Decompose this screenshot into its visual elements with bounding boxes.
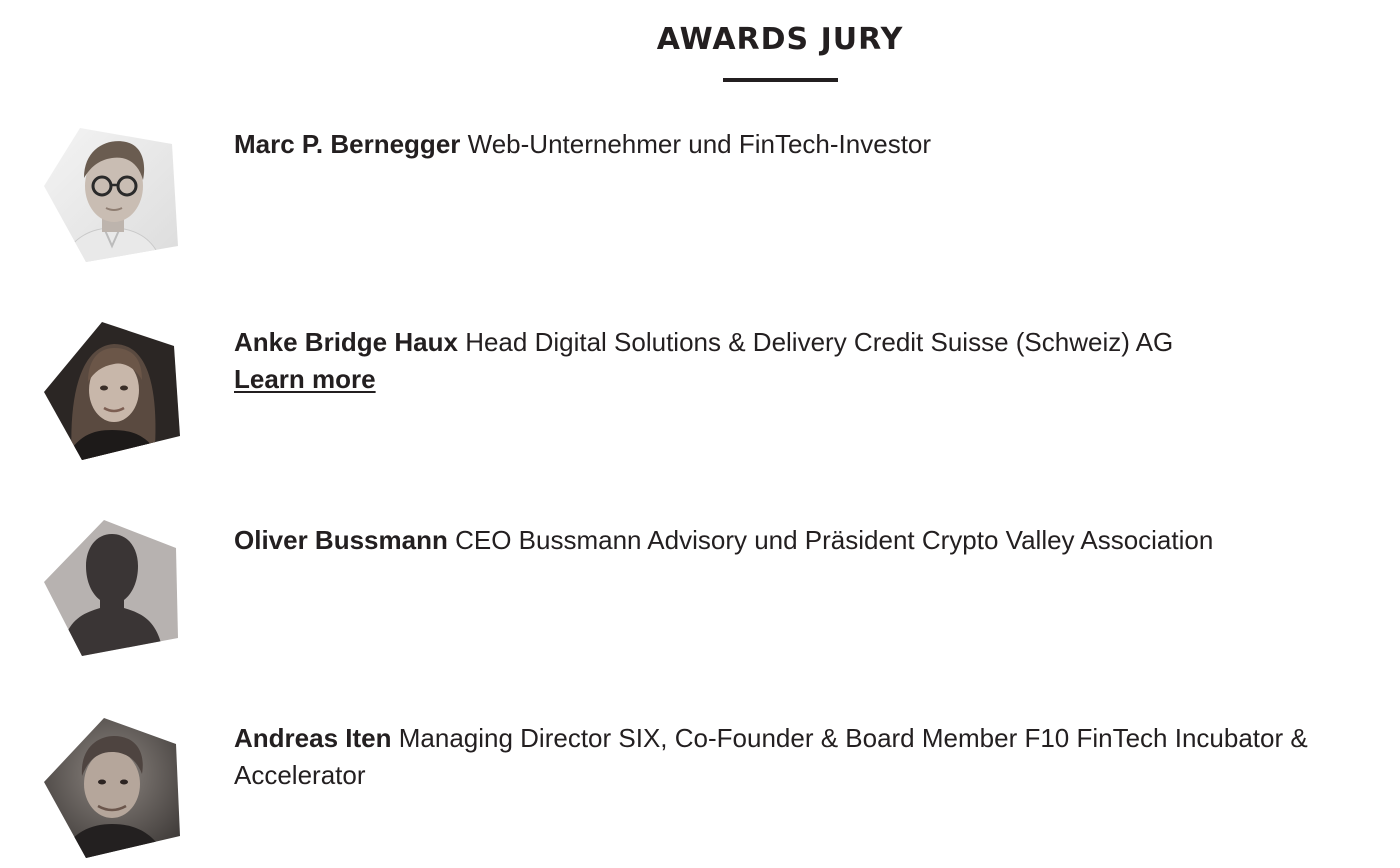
portrait-photo-icon bbox=[42, 124, 182, 264]
jury-member-bernegger: Marc P. Bernegger Web-Unternehmer und Fi… bbox=[0, 124, 1400, 274]
jury-name: Anke Bridge Haux bbox=[234, 327, 458, 357]
portrait-photo-icon bbox=[42, 322, 182, 462]
title-divider bbox=[723, 78, 838, 82]
jury-member-iten: Andreas Iten Managing Director SIX, Co-F… bbox=[0, 718, 1400, 868]
jury-role: Managing Director SIX, Co-Founder & Boar… bbox=[234, 723, 1308, 790]
jury-member-bussmann: Oliver Bussmann CEO Bussmann Advisory un… bbox=[0, 520, 1400, 670]
jury-role: Web-Unternehmer und FinTech-Investor bbox=[467, 129, 932, 159]
portrait-photo-icon bbox=[42, 718, 182, 858]
jury-name: Oliver Bussmann bbox=[234, 525, 448, 555]
jury-bio: Oliver Bussmann CEO Bussmann Advisory un… bbox=[234, 522, 1394, 559]
jury-name: Marc P. Bernegger bbox=[234, 129, 461, 159]
jury-role: Head Digital Solutions & Delivery Credit… bbox=[465, 327, 1174, 357]
jury-bio: Anke Bridge Haux Head Digital Solutions … bbox=[234, 324, 1394, 398]
jury-member-bridge-haux: Anke Bridge Haux Head Digital Solutions … bbox=[0, 322, 1400, 472]
jury-bio: Andreas Iten Managing Director SIX, Co-F… bbox=[234, 720, 1394, 794]
jury-role: CEO Bussmann Advisory und Präsident Cryp… bbox=[455, 525, 1214, 555]
jury-name: Andreas Iten bbox=[234, 723, 392, 753]
jury-bio: Marc P. Bernegger Web-Unternehmer und Fi… bbox=[234, 126, 1394, 163]
silhouette-placeholder-icon bbox=[42, 520, 182, 660]
page-title: AWARDS JURY bbox=[656, 22, 904, 57]
learn-more-link[interactable]: Learn more bbox=[234, 361, 376, 398]
